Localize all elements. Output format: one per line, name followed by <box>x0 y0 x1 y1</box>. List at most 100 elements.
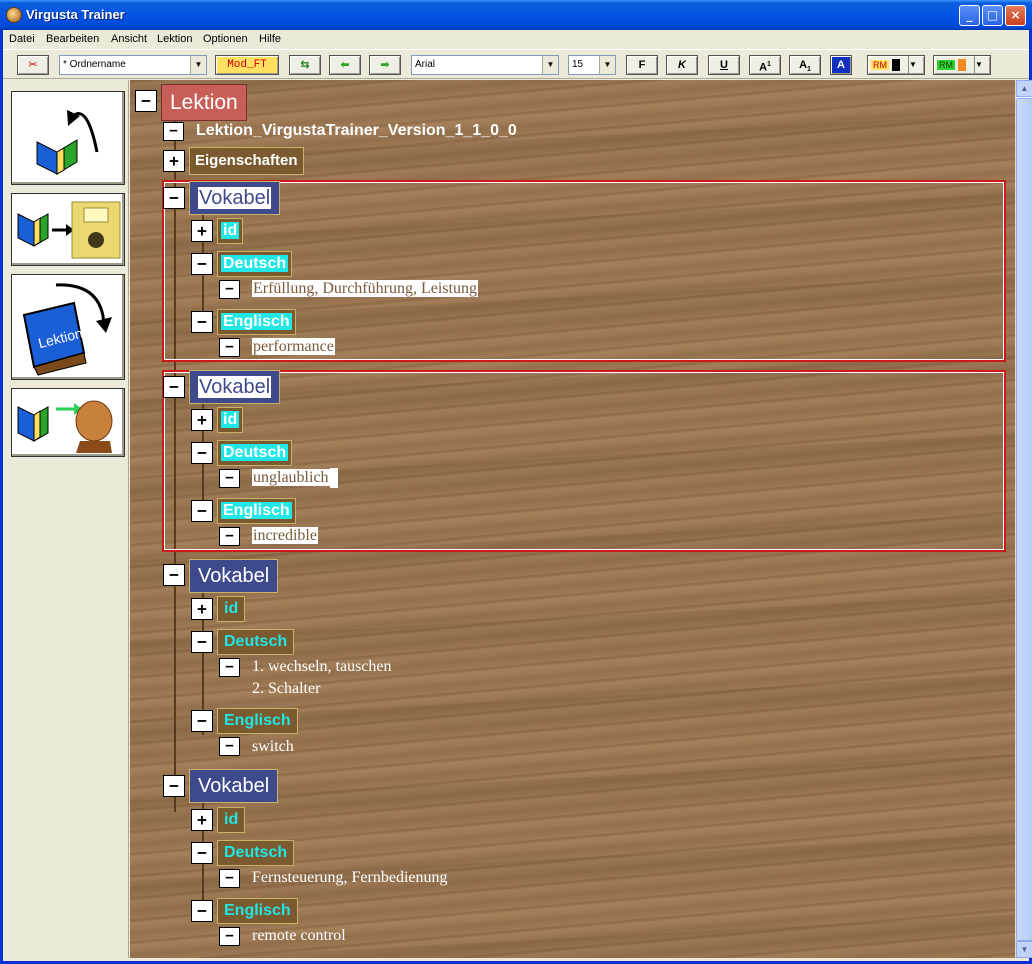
menu-hilfe[interactable]: Hilfe <box>259 33 281 45</box>
collapse-toggle-vocab[interactable]: − <box>163 564 185 586</box>
menu-ansicht[interactable]: Ansicht <box>111 33 147 45</box>
englisch-value[interactable]: performance <box>252 336 335 358</box>
tree-node-lektion[interactable]: Lektion <box>161 84 247 121</box>
menu-datei[interactable]: Datei <box>9 33 35 45</box>
mod-ft-button[interactable]: Mod_FT <box>215 55 279 75</box>
highlight-color-button-2[interactable]: RM ▼ <box>933 55 991 75</box>
collapse-toggle-englisch[interactable]: − <box>191 710 213 732</box>
highlight-color-button-1[interactable]: RM ▼ <box>867 55 925 75</box>
bold-button[interactable]: F <box>626 55 658 75</box>
menu-lektion[interactable]: Lektion <box>157 33 192 45</box>
collapse-toggle-root[interactable]: − <box>135 90 157 112</box>
englisch-value[interactable]: remote control <box>252 925 346 947</box>
field-id[interactable]: id <box>217 218 244 244</box>
collapse-toggle-value[interactable]: − <box>219 927 240 946</box>
expand-toggle-id[interactable]: + <box>191 220 213 242</box>
book-to-disk-icon <box>17 201 121 259</box>
collapse-toggle-value[interactable]: − <box>219 469 240 488</box>
subscript-button[interactable]: A1 <box>789 55 821 75</box>
collapse-toggle-value[interactable]: − <box>219 280 240 299</box>
scroll-up-button[interactable]: ▲ <box>1016 80 1032 97</box>
collapse-toggle-englisch[interactable]: − <box>191 500 213 522</box>
lesson-name[interactable]: Lektion_VirgustaTrainer_Version_1_1_0_0 <box>196 122 517 140</box>
font-color-button[interactable]: A <box>830 55 852 75</box>
cut-button[interactable]: ✂ <box>17 55 49 75</box>
field-deutsch[interactable]: Deutsch <box>217 440 293 466</box>
expand-toggle-properties[interactable]: + <box>163 150 185 172</box>
englisch-value[interactable]: incredible <box>252 525 318 547</box>
deutsch-value-line-1[interactable]: 1. wechseln, tauschen <box>252 656 392 678</box>
menu-optionen[interactable]: Optionen <box>203 33 248 45</box>
field-englisch[interactable]: Englisch <box>217 498 296 524</box>
color-swatch <box>892 59 901 72</box>
tree-node-vocab[interactable]: Vokabel <box>189 370 281 404</box>
chevron-down-icon[interactable]: ▼ <box>190 56 206 74</box>
swap-button[interactable]: ⇆ <box>289 55 321 75</box>
folder-combo[interactable]: * Ordnername ▼ <box>59 55 207 75</box>
deutsch-value-line-2[interactable]: 2. Schalter <box>252 678 320 700</box>
tree-node-vocab[interactable]: Vokabel <box>189 559 279 593</box>
menu-bar: Datei Bearbeiten Ansicht Lektion Optione… <box>3 30 1029 49</box>
forward-button[interactable]: ➡ <box>369 55 401 75</box>
collapse-toggle-value[interactable]: − <box>219 658 240 677</box>
deutsch-value[interactable]: Erfüllung, Durchführung, Leistung <box>252 278 478 300</box>
chevron-down-icon[interactable]: ▼ <box>542 56 558 74</box>
collapse-toggle-vocab[interactable]: − <box>163 187 185 209</box>
collapse-toggle-value[interactable]: − <box>219 527 240 546</box>
italic-button[interactable]: K <box>666 55 698 75</box>
expand-toggle-id[interactable]: + <box>191 598 213 620</box>
field-deutsch[interactable]: Deutsch <box>217 840 295 866</box>
collapse-toggle-value[interactable]: − <box>219 737 240 756</box>
collapse-toggle-deutsch[interactable]: − <box>191 842 213 864</box>
collapse-toggle-englisch[interactable]: − <box>191 900 213 922</box>
collapse-toggle-deutsch[interactable]: − <box>191 631 213 653</box>
expand-toggle-id[interactable]: + <box>191 409 213 431</box>
underline-button[interactable]: U <box>708 55 740 75</box>
field-deutsch[interactable]: Deutsch <box>217 629 295 655</box>
field-id[interactable]: id <box>217 596 246 622</box>
scroll-thumb[interactable] <box>1016 98 1032 941</box>
deutsch-value[interactable]: Fernsteuerung, Fernbedienung <box>252 867 448 889</box>
collapse-toggle-vocab[interactable]: − <box>163 376 185 398</box>
field-englisch[interactable]: Englisch <box>217 708 298 734</box>
superscript-button[interactable]: A1 <box>749 55 781 75</box>
swap-arrows-icon: ⇆ <box>300 59 310 71</box>
field-id[interactable]: id <box>217 407 244 433</box>
tree-node-properties[interactable]: Eigenschaften <box>189 147 304 175</box>
collapse-toggle-vocab[interactable]: − <box>163 775 185 797</box>
font-combo[interactable]: Arial ▼ <box>411 55 559 75</box>
tree-node-vocab[interactable]: Vokabel <box>189 181 281 215</box>
collapse-toggle-value[interactable]: − <box>219 338 240 357</box>
chevron-down-icon[interactable]: ▼ <box>974 56 990 74</box>
collapse-toggle-englisch[interactable]: − <box>191 311 213 333</box>
field-englisch[interactable]: Englisch <box>217 309 296 335</box>
field-id[interactable]: id <box>217 807 246 833</box>
book-back-arrow-icon <box>36 110 99 175</box>
collapse-toggle-deutsch[interactable]: − <box>191 253 213 275</box>
new-lesson-button[interactable]: Lektion <box>11 274 125 380</box>
scroll-down-button[interactable]: ▼ <box>1016 941 1032 958</box>
field-englisch[interactable]: Englisch <box>217 898 298 924</box>
back-button[interactable]: ⬅ <box>329 55 361 75</box>
arrow-left-icon: ⬅ <box>340 59 350 71</box>
field-deutsch[interactable]: Deutsch <box>217 251 293 277</box>
collapse-toggle-name[interactable]: − <box>163 122 184 141</box>
minimize-button[interactable]: _ <box>959 5 980 26</box>
maximize-button[interactable]: □ <box>982 5 1003 26</box>
lesson-tree-view[interactable]: − Lektion − Lektion_VirgustaTrainer_Vers… <box>130 80 1015 958</box>
chevron-down-icon[interactable]: ▼ <box>599 56 615 74</box>
tree-node-vocab[interactable]: Vokabel <box>189 769 279 803</box>
collapse-toggle-deutsch[interactable]: − <box>191 442 213 464</box>
save-lesson-button[interactable] <box>11 193 125 266</box>
deutsch-value[interactable]: unglaublich <box>252 467 338 489</box>
collapse-toggle-value[interactable]: − <box>219 869 240 888</box>
close-button[interactable]: × <box>1005 5 1026 26</box>
englisch-value[interactable]: switch <box>252 736 294 758</box>
expand-toggle-id[interactable]: + <box>191 809 213 831</box>
open-lesson-button[interactable] <box>11 91 125 185</box>
size-combo[interactable]: 15 ▼ <box>568 55 616 75</box>
learn-button[interactable] <box>11 388 125 457</box>
chevron-down-icon[interactable]: ▼ <box>908 56 924 74</box>
vertical-scrollbar[interactable]: ▲ ▼ <box>1015 80 1032 958</box>
menu-bearbeiten[interactable]: Bearbeiten <box>46 33 99 45</box>
